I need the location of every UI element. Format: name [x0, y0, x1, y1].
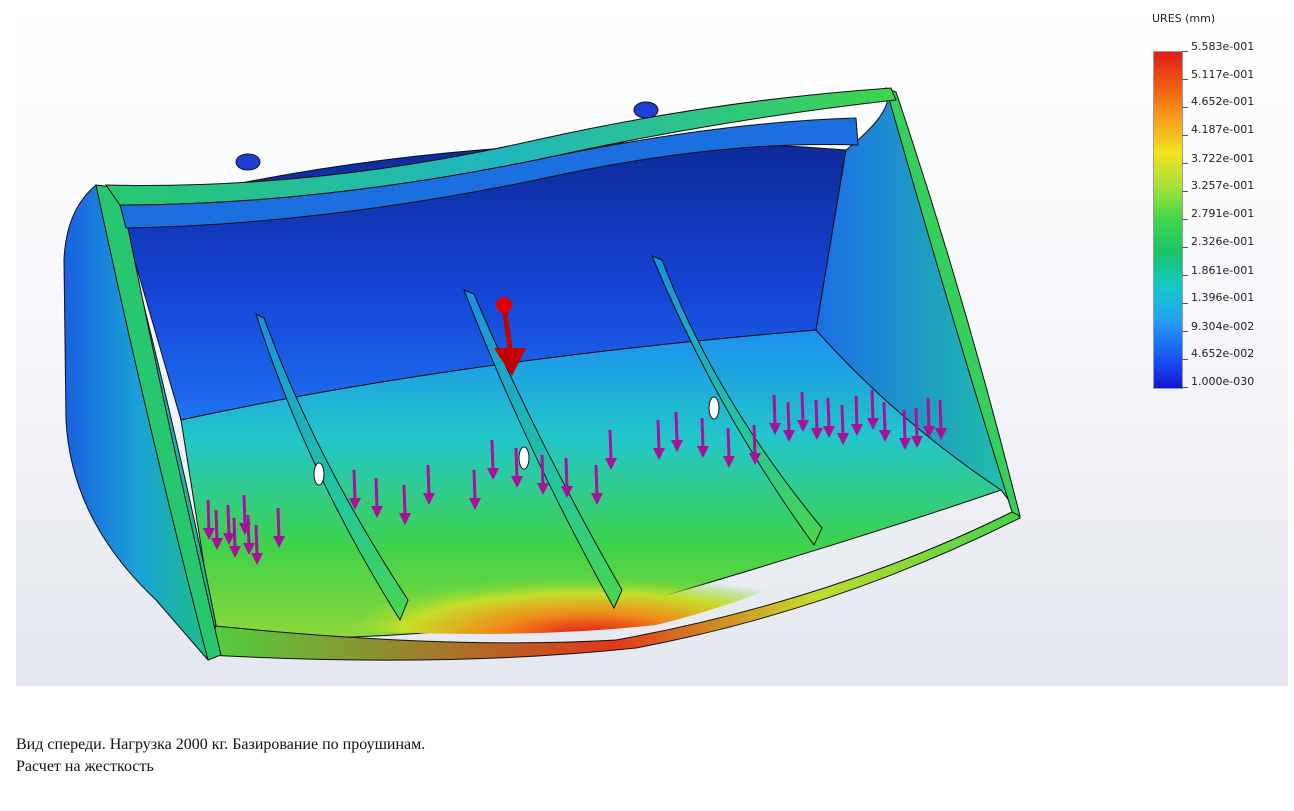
figure-caption: Вид спереди. Нагрузка 2000 кг. Базирован… [16, 734, 425, 778]
rib-hole-3 [708, 396, 720, 420]
caption-line-1: Вид спереди. Нагрузка 2000 кг. Базирован… [16, 736, 426, 753]
displacement-legend: URES (mm) 5.583e-001 5.117e-001 4.652e-0… [1152, 8, 1282, 389]
legend-tick [1182, 331, 1188, 332]
legend-title: URES (mm) [1152, 12, 1216, 25]
mounting-lug-right [633, 101, 659, 119]
legend-tick [1182, 359, 1188, 360]
legend-label: 4.652e-002 [1191, 347, 1255, 360]
legend-tick [1182, 387, 1188, 388]
legend-label: 1.861e-001 [1191, 264, 1255, 277]
legend-tick [1182, 303, 1188, 304]
legend-label: 2.326e-001 [1191, 235, 1255, 248]
caption-line-2: Расчет на жесткость [16, 758, 154, 775]
legend-tick [1182, 107, 1188, 108]
legend-tick [1182, 275, 1188, 276]
graphics-viewport[interactable]: URES (mm) 5.583e-001 5.117e-001 4.652e-0… [16, 0, 1288, 686]
legend-label: 5.583e-001 [1191, 40, 1255, 53]
mounting-lug-left [235, 153, 261, 171]
legend-tick [1182, 79, 1188, 80]
legend-label: 9.304e-002 [1191, 320, 1255, 333]
legend-tick [1182, 191, 1188, 192]
legend-label: 5.117e-001 [1191, 68, 1255, 81]
rib-hole-1 [313, 462, 325, 486]
legend-label: 4.187e-001 [1191, 123, 1255, 136]
legend-label: 2.791e-001 [1191, 207, 1255, 220]
rib-hole-2 [518, 446, 530, 470]
legend-tick [1182, 247, 1188, 248]
legend-tick [1182, 219, 1188, 220]
legend-label: 3.722e-001 [1191, 152, 1255, 165]
legend-label: 1.396e-001 [1191, 291, 1255, 304]
bucket-model[interactable] [16, 0, 1288, 686]
legend-tick [1182, 163, 1188, 164]
legend-label: 4.652e-001 [1191, 95, 1255, 108]
legend-label: 1.000e-030 [1191, 375, 1255, 388]
legend-label: 3.257e-001 [1191, 179, 1255, 192]
legend-tick [1182, 51, 1188, 52]
legend-color-bar [1153, 51, 1183, 389]
legend-tick [1182, 135, 1188, 136]
